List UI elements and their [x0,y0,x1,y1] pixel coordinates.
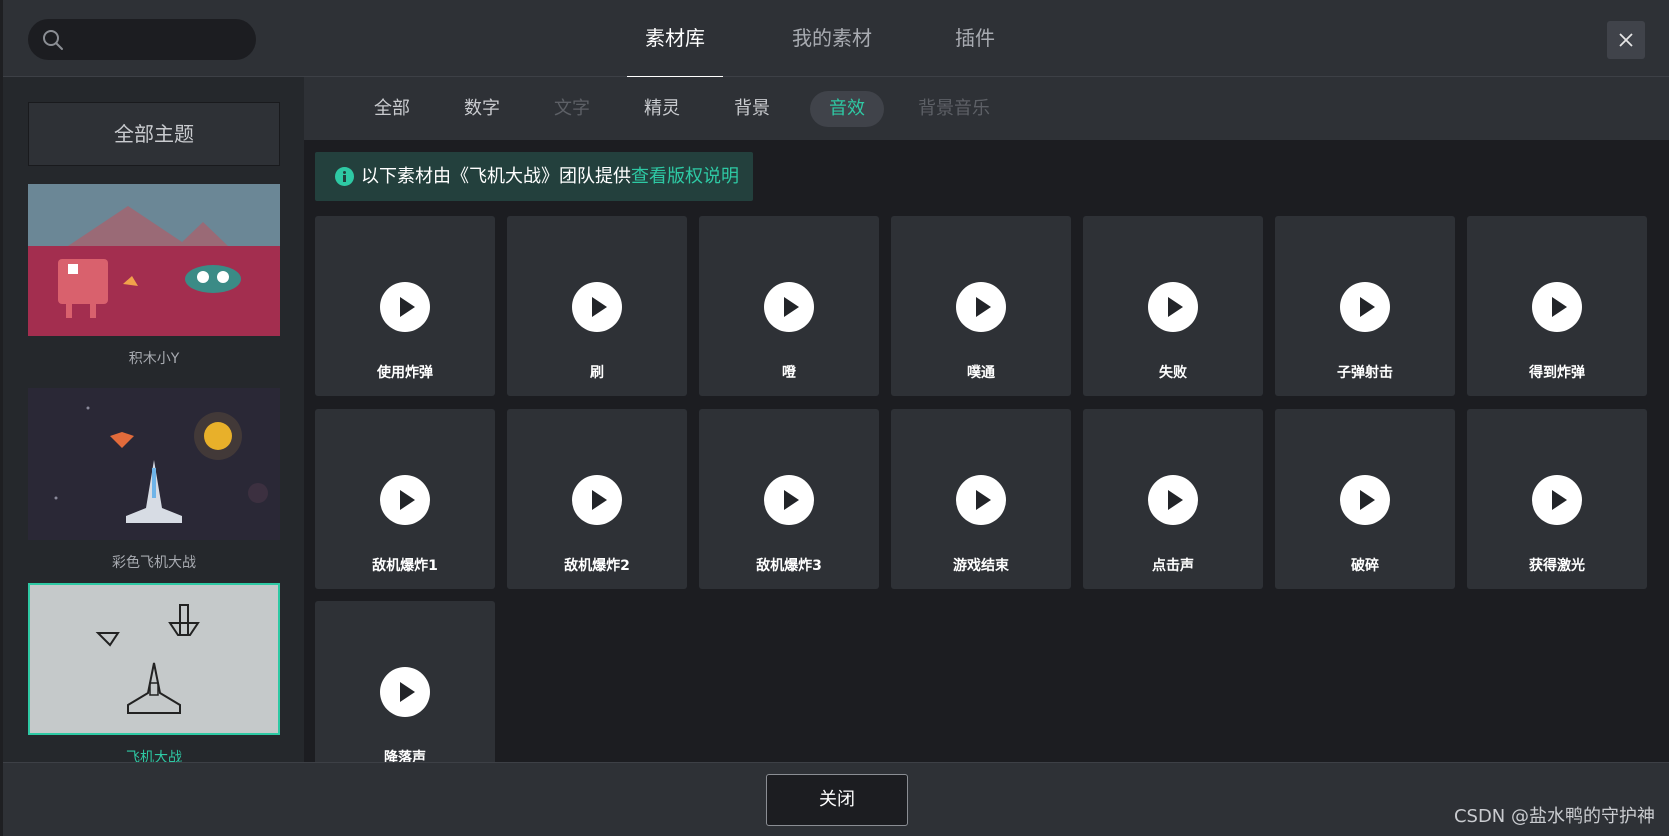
sound-label: 敌机爆炸2 [564,558,630,574]
sound-card[interactable]: 游戏结束 [891,409,1071,589]
sound-card[interactable]: 获得激光 [1467,409,1647,589]
theme-label: 飞机大战 [126,750,182,762]
sound-label: 获得激光 [1529,558,1585,574]
sound-label: 敌机爆炸3 [756,558,822,574]
play-icon[interactable] [1340,282,1390,332]
sound-label: 使用炸弹 [377,365,433,381]
filter-all[interactable]: 全部 [359,91,425,127]
sound-card[interactable]: 降落声 [315,601,495,762]
sound-label: 噔 [782,365,796,381]
play-icon[interactable] [1340,475,1390,525]
theme-sidebar: 全部主题 积木小Y 彩色飞机大战 飞机大战 [3,77,304,762]
play-icon[interactable] [1532,475,1582,525]
info-icon [335,167,354,186]
sound-card[interactable]: 敌机爆炸1 [315,409,495,589]
play-icon[interactable] [572,475,622,525]
sound-card[interactable]: 得到炸弹 [1467,216,1647,396]
tab-my-materials[interactable]: 我的素材 [777,0,887,77]
play-icon[interactable] [380,475,430,525]
sound-card[interactable]: 失败 [1083,216,1263,396]
play-icon[interactable] [1148,475,1198,525]
sound-card[interactable]: 点击声 [1083,409,1263,589]
theme-label: 彩色飞机大战 [112,555,196,571]
copyright-link[interactable]: 查看版权说明 [631,166,739,187]
close-button[interactable]: 关闭 [766,774,908,826]
theme-thumbnail [28,388,280,540]
sound-label: 刷 [590,365,604,381]
notice-text: 以下素材由《飞机大战》团队提供 [361,166,631,187]
sound-effect-grid: 使用炸弹 刷 噔 噗通 失败 子弹射击 得到炸弹 敌机爆炸1 敌机爆炸2 敌机爆… [315,216,1655,762]
sound-card[interactable]: 刷 [507,216,687,396]
theme-label: 积木小Y [128,351,180,367]
tab-plugins[interactable]: 插件 [945,0,1005,77]
play-icon[interactable] [380,667,430,717]
theme-thumbnail [28,583,280,735]
play-icon[interactable] [1148,282,1198,332]
sound-label: 降落声 [384,750,426,762]
main-tabs: 素材库 我的素材 插件 [603,0,1005,78]
sound-card[interactable]: 敌机爆炸3 [699,409,879,589]
filter-numbers[interactable]: 数字 [449,91,515,127]
play-icon[interactable] [1532,282,1582,332]
sound-label: 点击声 [1152,558,1194,574]
dialog-header: 素材库 我的素材 插件 [3,0,1669,78]
sound-label: 得到炸弹 [1529,365,1585,381]
play-icon[interactable] [764,282,814,332]
theme-item[interactable]: 积木小Y [28,184,280,368]
sound-label: 游戏结束 [953,558,1009,574]
sound-card[interactable]: 破碎 [1275,409,1455,589]
play-icon[interactable] [956,282,1006,332]
play-icon[interactable] [572,282,622,332]
theme-item[interactable]: 飞机大战 [28,583,280,762]
close-dialog-button[interactable] [1607,21,1645,59]
filter-backgrounds[interactable]: 背景 [719,91,785,127]
filter-sprites[interactable]: 精灵 [629,91,695,127]
sound-card[interactable]: 敌机爆炸2 [507,409,687,589]
material-library-dialog: 素材库 我的素材 插件 全部主题 积木小Y 彩色飞机大战 飞机大战 全部 数字 … [3,0,1669,836]
sound-label: 敌机爆炸1 [372,558,438,574]
filter-text[interactable]: 文字 [539,91,605,127]
sound-card[interactable]: 噔 [699,216,879,396]
play-icon[interactable] [380,282,430,332]
sound-label: 噗通 [967,365,995,381]
theme-thumbnail [28,184,280,336]
sound-label: 破碎 [1351,558,1379,574]
theme-item[interactable]: 彩色飞机大战 [28,388,280,572]
filter-background-music[interactable]: 背景音乐 [904,91,1004,127]
category-filter-bar: 全部 数字 文字 精灵 背景 音效 背景音乐 [304,77,1669,140]
watermark-text: CSDN @盐水鸭的守护神 [1453,806,1655,827]
dialog-footer: 关闭 CSDN @盐水鸭的守护神 [3,762,1669,836]
all-themes-button[interactable]: 全部主题 [28,102,280,166]
sound-card[interactable]: 子弹射击 [1275,216,1455,396]
tab-material-library[interactable]: 素材库 [627,0,723,78]
copyright-notice: 以下素材由《飞机大战》团队提供查看版权说明 [315,152,753,201]
sound-card[interactable]: 使用炸弹 [315,216,495,396]
play-icon[interactable] [956,475,1006,525]
sound-card[interactable]: 噗通 [891,216,1071,396]
filter-sound-effects[interactable]: 音效 [810,91,884,127]
search-input[interactable] [28,19,256,60]
sound-label: 子弹射击 [1337,365,1393,381]
sound-label: 失败 [1159,365,1187,381]
play-icon[interactable] [764,475,814,525]
search-icon [43,30,63,50]
close-icon [1619,33,1633,47]
